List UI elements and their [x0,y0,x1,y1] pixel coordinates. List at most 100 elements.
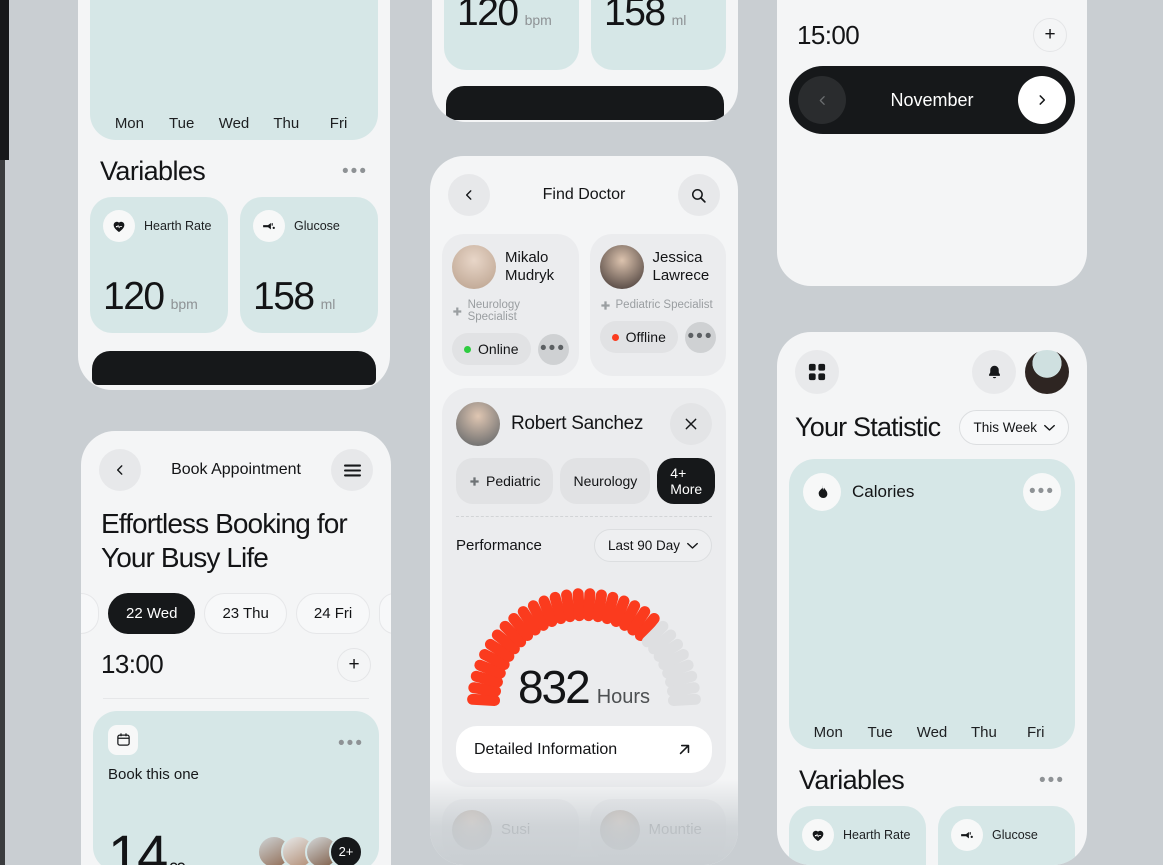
variable-label: Glucose [992,828,1038,842]
search-icon[interactable] [677,174,720,216]
variable-card-glucose[interactable]: Glucose [938,806,1075,865]
bar-column[interactable]: Thu [265,106,308,132]
bell-icon[interactable] [972,350,1016,394]
vital-card-bpm[interactable]: 120 bpm [444,0,579,70]
plus-icon[interactable]: + [337,647,371,682]
bar-column[interactable]: Wed [213,106,256,132]
book-card-hour: 14 [108,822,168,865]
bar-column[interactable]: Thu [963,715,1006,741]
bar-label-thu: Thu [970,724,997,741]
bar-label-tue: Tue [867,724,893,741]
month-next-button[interactable] [1018,76,1066,124]
detailed-information-button[interactable]: Detailed Information [456,726,712,773]
calories-label: Calories [852,482,915,501]
back-button[interactable] [99,449,141,491]
gauge-readout: 832 Hours [456,660,712,714]
bottom-action-bar[interactable] [92,351,376,385]
status-badge-offline[interactable]: Offline [599,321,678,353]
ellipsis-icon[interactable]: ••• [537,333,569,365]
statistic-header: Your Statistic This Week [777,394,1087,445]
tag-more[interactable]: 4+ More [657,458,716,504]
bar-column[interactable]: Fri [317,106,360,132]
variable-card-heart-rate[interactable]: Hearth Rate 120 bpm [90,197,228,333]
variable-card-glucose[interactable]: Glucose 158 ml [240,197,378,333]
day-chip[interactable]: 24 Fri [295,592,371,634]
vital-card-ml[interactable]: 158 ml [591,0,726,70]
status-dot [464,345,472,353]
bar-label-wed: Wed [916,724,948,741]
ellipsis-icon[interactable]: ••• [342,162,368,181]
variables-row: Hearth Rate Glucose [777,806,1087,865]
panel-your-statistic: Your Statistic This Week Calories ••• Mo… [777,332,1087,865]
day-chip-prev[interactable] [81,592,99,634]
time-label: 15:00 [797,19,860,50]
page-title: Your Statistic [795,412,941,442]
bar-chart: Mon Tue Wed Thu Fri [102,0,366,132]
ellipsis-icon[interactable]: ••• [1023,473,1061,511]
day-chip-selected[interactable]: 22 Wed [108,592,196,634]
appointment-nav: Book Appointment [81,431,391,491]
week-range-select[interactable]: This Week [959,410,1069,445]
tag-neurology[interactable]: Neurology [560,458,651,504]
month-prev-button[interactable] [798,76,846,124]
panel-vitals-top: 120 bpm 158 ml [432,0,738,122]
month-selector: November [789,66,1075,134]
variable-unit: ml [320,296,336,312]
close-icon[interactable] [670,403,712,445]
hero-heading: Effortless Booking for Your Busy Life [81,491,391,581]
hamburger-menu-icon[interactable] [331,449,373,491]
doctor-card[interactable]: Mikalo Mudryk Neurology Specialist Onlin… [442,234,579,376]
ellipsis-icon[interactable]: ••• [1039,771,1065,790]
variable-card-heart-rate[interactable]: Hearth Rate [789,806,926,865]
medical-cross-icon [453,307,462,315]
medical-cross-icon [600,300,610,310]
avatar [599,245,644,289]
day-selector[interactable]: 22 Wed 23 Thu 24 Fri 25 Sat [81,581,391,634]
heart-rate-icon [103,210,135,242]
variables-section-header: Variables ••• [78,140,390,197]
bar-column[interactable]: Mon [108,106,151,132]
variables-row: Hearth Rate 120 bpm Glucose 158 ml [78,197,390,333]
divider [456,516,712,517]
bar-label-fri: Fri [329,115,348,132]
variables-heading: Variables [100,156,206,186]
tag-pediatric[interactable]: Pediatric [456,458,554,504]
doctor-specialty: Pediatric Specialist [600,299,717,311]
bar-column[interactable]: Tue [160,106,203,132]
doctor-card[interactable]: Jessica Lawrece Pediatric Specialist Off… [589,234,726,376]
avatar [452,245,496,289]
doctor-profile-card: Robert Sanchez Pediatric Neurology 4+ Mo… [442,388,726,787]
range-select[interactable]: Last 90 Day [593,529,712,562]
bar-column[interactable]: Wed [911,715,954,741]
attendee-avatars[interactable]: 2+ [257,834,363,865]
user-avatar[interactable] [1025,350,1069,394]
tag-label: Neurology [573,473,638,489]
bar-column[interactable]: Mon [807,715,850,741]
tag-label: Pediatric [486,473,541,489]
variables-section-header: Variables ••• [777,749,1087,806]
bottom-fade-overlay [430,779,738,865]
hero-line-1: Effortless Booking for [101,508,348,539]
status-badge-online[interactable]: Online [452,333,531,365]
day-chip[interactable]: 23 Thu [204,592,287,634]
bar-column[interactable]: Tue [859,715,902,741]
medical-cross-icon [470,476,479,486]
doctor-specialty-label: Pediatric Specialist [615,299,713,311]
doctor-name: Jessica Lawrece [653,249,710,286]
avatar [456,402,500,446]
ellipsis-icon[interactable]: ••• [338,734,364,753]
glucose-icon [951,819,983,851]
book-this-one-card[interactable]: ••• Book this one 14:00 2+ [93,710,379,865]
back-button[interactable] [448,174,490,216]
bottom-action-bar[interactable] [446,86,724,120]
ellipsis-icon[interactable]: ••• [685,321,716,353]
bar-column[interactable]: Fri [1015,715,1058,741]
bar-label-thu: Thu [273,115,300,132]
doctor-specialty-label: Neurology Specialist [467,299,521,323]
avatar-more-count: 2+ [329,834,363,865]
grid-menu-icon[interactable] [795,350,839,394]
day-chip-next[interactable]: 25 Sat [379,592,391,634]
bar-label-mon: Mon [813,724,843,741]
plus-icon[interactable]: + [1033,18,1067,52]
performance-gauge: 832 Hours [456,568,712,718]
